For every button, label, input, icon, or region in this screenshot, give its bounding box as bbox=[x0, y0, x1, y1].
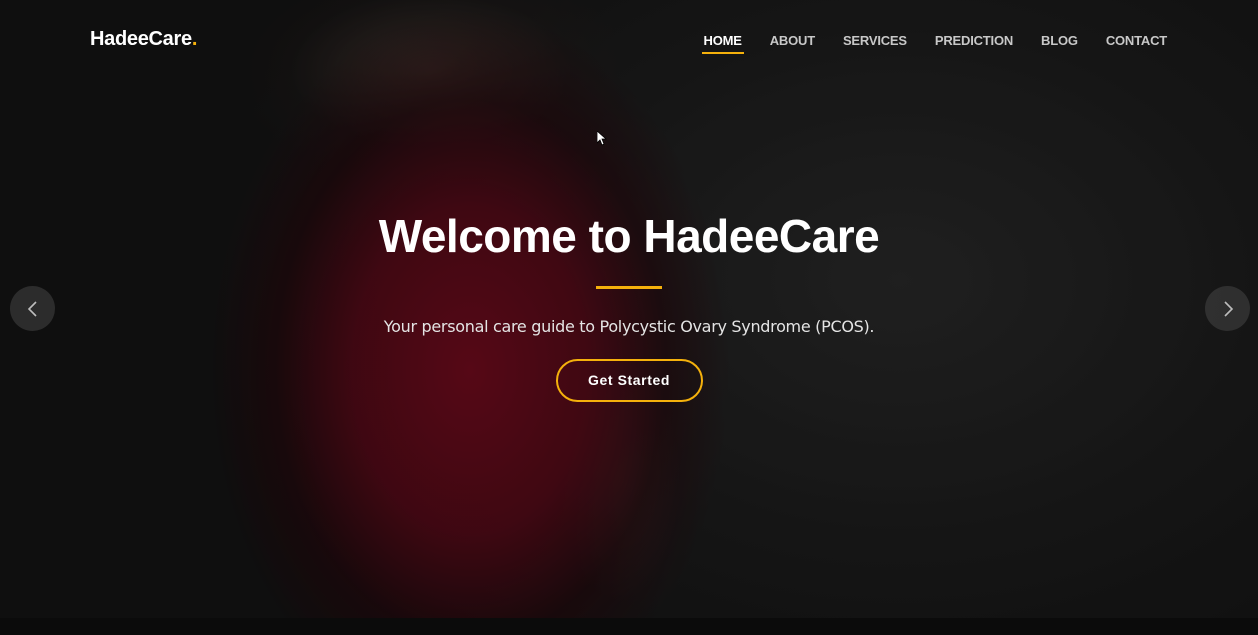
site-logo[interactable]: HadeeCare. bbox=[90, 28, 197, 51]
page-bottom-strip bbox=[0, 618, 1258, 635]
hero-title: Welcome to HadeeCare bbox=[378, 210, 880, 262]
mouse-cursor-icon bbox=[597, 131, 607, 146]
site-header: HadeeCare. HOME ABOUT SERVICES PREDICTIO… bbox=[0, 0, 1258, 80]
nav-item-home: HOME bbox=[701, 33, 744, 54]
get-started-button[interactable]: Get Started bbox=[555, 359, 703, 402]
hero-subtitle: Your personal care guide to Polycystic O… bbox=[383, 317, 875, 336]
chevron-left-icon bbox=[27, 300, 37, 317]
nav-item-blog: BLOG bbox=[1041, 33, 1078, 54]
nav-link-blog[interactable]: BLOG bbox=[1041, 33, 1078, 54]
nav-item-prediction: PREDICTION bbox=[935, 33, 1013, 54]
logo-text: HadeeCare bbox=[90, 28, 192, 50]
logo-dot: . bbox=[191, 28, 198, 50]
title-divider bbox=[596, 286, 662, 289]
nav-link-home[interactable]: HOME bbox=[701, 33, 744, 54]
hero-content: Welcome to HadeeCare Your personal care … bbox=[0, 205, 1258, 402]
nav-link-services[interactable]: SERVICES bbox=[843, 33, 907, 54]
nav-link-prediction[interactable]: PREDICTION bbox=[935, 33, 1013, 54]
nav-item-services: SERVICES bbox=[843, 33, 907, 54]
nav-link-about[interactable]: ABOUT bbox=[770, 33, 815, 54]
carousel-next-button[interactable] bbox=[1205, 286, 1250, 331]
chevron-right-icon bbox=[1223, 300, 1233, 317]
nav-link-contact[interactable]: CONTACT bbox=[1106, 33, 1167, 54]
nav-item-about: ABOUT bbox=[770, 33, 815, 54]
main-nav: HOME ABOUT SERVICES PREDICTION BLOG CONT… bbox=[701, 33, 1167, 54]
nav-item-contact: CONTACT bbox=[1106, 33, 1167, 54]
carousel-prev-button[interactable] bbox=[10, 286, 55, 331]
